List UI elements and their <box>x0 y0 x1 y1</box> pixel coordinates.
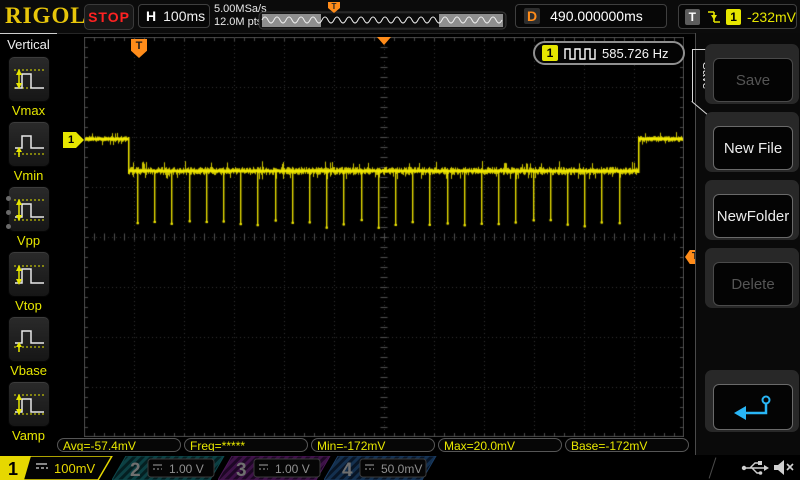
square-wave-icon <box>564 47 596 60</box>
horizontal-timebase-box: H 100ms <box>138 4 210 28</box>
svg-text:T: T <box>332 2 337 11</box>
save-button[interactable]: Save <box>713 58 793 102</box>
waveform-display <box>84 37 684 437</box>
frequency-counter: 1 585.726 Hz <box>533 41 685 65</box>
sidebar-item-vbase[interactable]: Vbase <box>0 316 57 381</box>
trigger-level-value: -232mV <box>746 8 796 25</box>
new-folder-button[interactable]: NewFolder <box>713 194 793 238</box>
run-state-badge: STOP <box>84 4 134 30</box>
menu-plate <box>705 370 799 432</box>
top-status-bar: RIGOL STOP H 100ms 5.00MSa/s 12.0M pts T… <box>0 0 800 34</box>
speaker-muted-icon <box>774 460 794 475</box>
memory-trigger-flag: T <box>328 2 340 13</box>
memory-position-bar: T <box>258 2 507 30</box>
channel-status-bar: 1 100mV 2 1.00 V 3 1.00 V 4 50.0mV <box>0 455 800 480</box>
measurement-results-bar: Avg=-57.4mV Freq=***** Min=-172mV Max=20… <box>57 438 689 452</box>
sidebar-item-vtop[interactable]: Vtop <box>0 251 57 316</box>
freq-counter-value: 585.726 Hz <box>602 45 669 61</box>
delete-button[interactable]: Delete <box>713 262 793 306</box>
channel2-number: 2 <box>130 460 141 480</box>
menu-plate: New File <box>705 112 799 172</box>
channel1-scale: 100mV <box>54 461 96 476</box>
measurement-freq: Freq=***** <box>184 438 308 452</box>
measure-sidebar: Vertical Vmax Vmin Vpp Vtop Vbase Vamp <box>0 33 57 456</box>
freq-counter-channel-badge: 1 <box>542 45 558 61</box>
soft-menu: Save Save New File NewFolder Delete <box>691 33 800 455</box>
menu-plate: Save <box>705 44 799 104</box>
vmax-icon <box>13 69 44 89</box>
delay-box: D 490.000000ms <box>515 4 667 28</box>
sidebar-item-vamp[interactable]: Vamp <box>0 381 57 446</box>
falling-edge-icon <box>707 11 720 23</box>
channel3-scale: 1.00 V <box>275 462 310 476</box>
channel4-number: 4 <box>342 460 353 480</box>
trigger-label: T <box>685 8 700 25</box>
graticule-area <box>84 37 684 437</box>
h-label: H <box>146 8 157 24</box>
sidebar-item-vmin[interactable]: Vmin <box>0 121 57 186</box>
measurement-min: Min=-172mV <box>311 438 435 452</box>
delay-position-marker <box>377 37 391 45</box>
return-button[interactable] <box>713 384 793 430</box>
memory-bar-window <box>321 14 439 27</box>
menu-page-dots <box>6 196 11 229</box>
channel1-block[interactable]: 1 100mV <box>0 456 114 480</box>
return-arrow-icon <box>734 395 771 420</box>
measure-category-title: Vertical <box>7 37 50 52</box>
oscilloscope-screen: RIGOL STOP H 100ms 5.00MSa/s 12.0M pts T… <box>0 0 800 480</box>
d-label: D <box>524 8 541 24</box>
channel2-block[interactable]: 2 1.00 V <box>112 456 226 480</box>
vtop-icon <box>13 265 44 285</box>
vamp-icon <box>13 394 44 415</box>
channel1-number: 1 <box>8 459 18 479</box>
menu-plate: NewFolder <box>705 180 799 240</box>
delay-value: 490.000000ms <box>550 8 643 24</box>
usb-icon <box>741 461 769 475</box>
new-file-button[interactable]: New File <box>713 126 793 170</box>
channel3-number: 3 <box>236 460 247 480</box>
measurement-max: Max=20.0mV <box>438 438 562 452</box>
timebase-value: 100ms <box>163 8 206 24</box>
rigol-logo: RIGOL <box>5 3 87 28</box>
vbase-icon <box>13 330 44 352</box>
channel3-block[interactable]: 3 1.00 V <box>218 456 332 480</box>
vmin-icon <box>13 135 44 157</box>
vpp-icon <box>13 199 44 221</box>
measurement-avg: Avg=-57.4mV <box>57 438 181 452</box>
trigger-box: T 1 -232mV <box>678 4 797 29</box>
status-separator <box>708 457 717 479</box>
channel4-scale: 50.0mV <box>381 462 422 476</box>
channel1-level-marker: 1 <box>63 132 84 148</box>
channel4-block[interactable]: 4 50.0mV <box>324 456 438 480</box>
channel2-scale: 1.00 V <box>169 462 204 476</box>
sidebar-item-vmax[interactable]: Vmax <box>0 56 57 121</box>
trigger-source-badge: 1 <box>726 8 741 25</box>
measurement-base: Base=-172mV <box>565 438 689 452</box>
menu-plate: Delete <box>705 248 799 308</box>
